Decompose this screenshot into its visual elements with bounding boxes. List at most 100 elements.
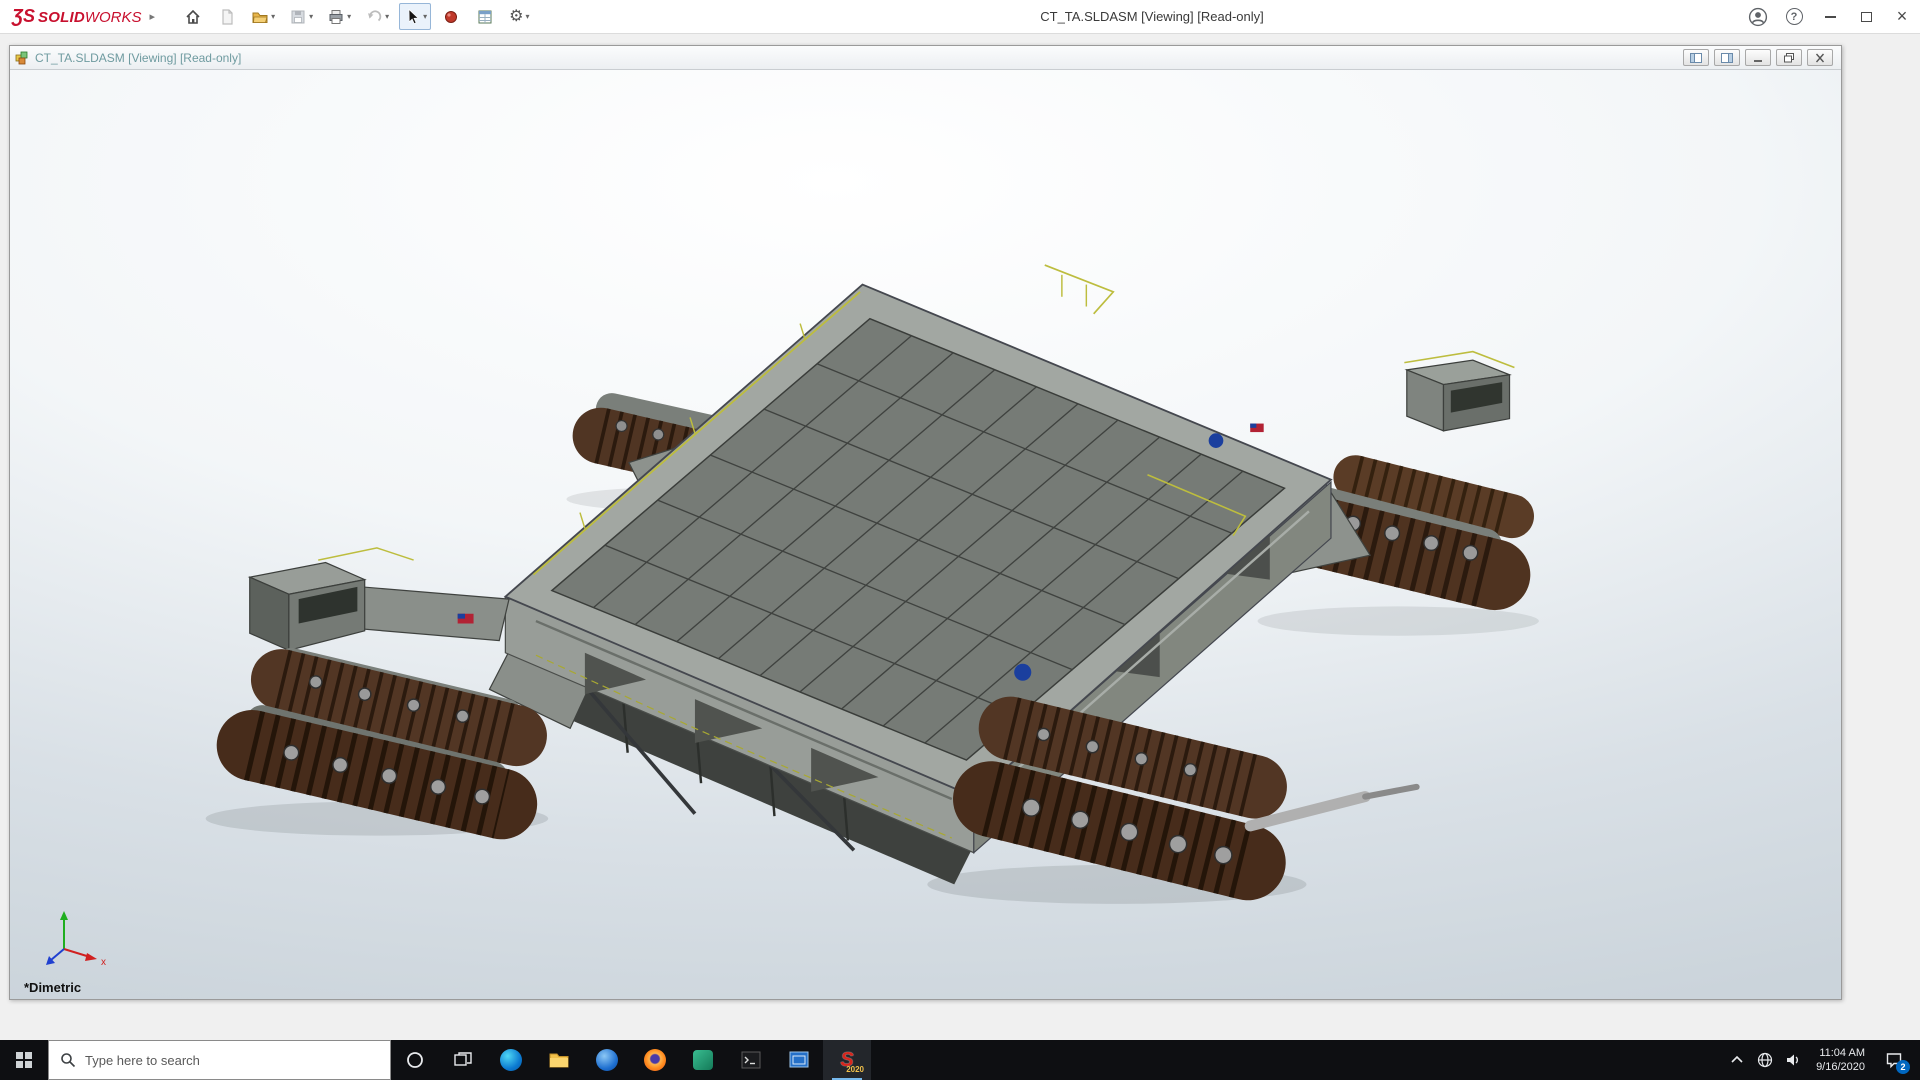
edge-icon xyxy=(500,1049,522,1071)
taskbar-app-firefox[interactable] xyxy=(631,1040,679,1080)
open-folder-icon xyxy=(251,8,269,26)
notification-count-badge: 2 xyxy=(1896,1060,1910,1074)
track-front-right xyxy=(991,714,1417,864)
window-controls: ? × xyxy=(1740,0,1920,33)
brand-solid-text: SOLID xyxy=(38,9,85,26)
document-title: CT_TA.SLDASM [Viewing] [Read-only] xyxy=(35,51,241,65)
close-button[interactable]: × xyxy=(1884,0,1920,33)
task-view-button[interactable] xyxy=(439,1040,487,1080)
doc-minimize-button[interactable] xyxy=(1745,49,1771,66)
undo-button: ▾ xyxy=(361,3,393,30)
brand-works-text: WORKS xyxy=(85,9,142,26)
home-button[interactable] xyxy=(179,3,207,30)
toolbar-expand-arrow[interactable]: ▸ xyxy=(150,10,156,23)
app-titlebar: ƷS SOLID WORKS ▸ ▾ ▾ ▾ ▾ ▾ xyxy=(0,0,1920,34)
restore-icon xyxy=(1783,53,1795,63)
chevron-down-icon[interactable]: ▾ xyxy=(347,13,351,21)
quick-access-toolbar: ▾ ▾ ▾ ▾ ▾ ⚙ ▾ xyxy=(179,3,533,30)
new-document-icon xyxy=(218,8,236,26)
print-button[interactable]: ▾ xyxy=(323,3,355,30)
cortana-icon xyxy=(406,1051,424,1069)
print-icon xyxy=(327,8,345,26)
close-icon: × xyxy=(1897,6,1908,27)
volume-button[interactable] xyxy=(1779,1040,1807,1080)
save-button: ▾ xyxy=(285,3,317,30)
search-placeholder: Type here to search xyxy=(85,1053,200,1068)
doc-close-button[interactable] xyxy=(1807,49,1833,66)
solidworks-logo[interactable]: ƷS SOLID WORKS xyxy=(0,6,148,27)
minimize-icon xyxy=(1752,53,1764,63)
taskbar-app-file-explorer[interactable] xyxy=(535,1040,583,1080)
record-macro-button[interactable] xyxy=(437,3,465,30)
taskbar-app-solidworks[interactable]: S 2020 xyxy=(823,1040,871,1080)
assembly-document-icon xyxy=(15,51,29,65)
start-button[interactable] xyxy=(0,1040,48,1080)
minimize-button[interactable] xyxy=(1812,0,1848,33)
clock-time: 11:04 AM xyxy=(1819,1046,1865,1060)
help-icon: ? xyxy=(1786,8,1803,25)
edrawings-icon xyxy=(693,1050,713,1070)
options-button[interactable]: ⚙ ▾ xyxy=(505,3,533,30)
taskbar-app-edrawings[interactable] xyxy=(679,1040,727,1080)
taskbar-app-edge[interactable] xyxy=(487,1040,535,1080)
gear-icon: ⚙ xyxy=(509,9,523,25)
split-pane-left-icon xyxy=(1690,53,1702,63)
terminal-icon xyxy=(741,1050,761,1070)
chevron-down-icon: ▾ xyxy=(385,13,389,21)
user-account-icon xyxy=(1748,7,1768,27)
search-input[interactable]: Type here to search xyxy=(48,1040,391,1080)
cortana-button[interactable] xyxy=(391,1040,439,1080)
network-button[interactable] xyxy=(1751,1040,1779,1080)
cab-right xyxy=(1404,352,1514,431)
solidworks-icon: S 2020 xyxy=(832,1046,862,1074)
minimize-icon xyxy=(1825,16,1836,18)
cab-left xyxy=(250,563,509,651)
chevron-down-icon[interactable]: ▾ xyxy=(525,13,529,21)
document-window: CT_TA.SLDASM [Viewing] [Read-only] xyxy=(9,45,1842,1000)
crawler-transporter-model xyxy=(10,70,1841,999)
chevron-down-icon[interactable]: ▾ xyxy=(423,13,427,21)
search-icon xyxy=(60,1052,76,1068)
graphics-viewport[interactable]: x *Dimetric xyxy=(10,70,1841,999)
taskbar-app-terminal[interactable] xyxy=(727,1040,775,1080)
ie-icon xyxy=(596,1049,618,1071)
file-explorer-icon xyxy=(548,1049,570,1071)
document-window-controls xyxy=(1683,49,1836,66)
view-orientation-label: *Dimetric xyxy=(24,980,81,995)
table-button[interactable] xyxy=(471,3,499,30)
dassault-mark-icon: ƷS xyxy=(12,6,35,27)
clock-date: 9/16/2020 xyxy=(1816,1060,1865,1074)
tray-expand-button[interactable] xyxy=(1723,1040,1751,1080)
document-titlebar[interactable]: CT_TA.SLDASM [Viewing] [Read-only] xyxy=(10,46,1841,70)
blue-window-app-icon xyxy=(788,1049,810,1071)
doc-restore-button[interactable] xyxy=(1776,49,1802,66)
select-tool-button[interactable]: ▾ xyxy=(399,3,431,30)
taskbar-app-window-blue[interactable] xyxy=(775,1040,823,1080)
help-button[interactable]: ? xyxy=(1776,0,1812,33)
taskbar-clock[interactable]: 11:04 AM 9/16/2020 xyxy=(1807,1046,1874,1074)
chevron-down-icon[interactable]: ▾ xyxy=(271,13,275,21)
speaker-icon xyxy=(1785,1052,1801,1068)
maximize-icon xyxy=(1861,12,1872,22)
home-icon xyxy=(184,8,202,26)
solidworks-year-badge: 2020 xyxy=(846,1065,864,1074)
track-front-left xyxy=(252,663,516,804)
windows-taskbar: Type here to search S 2020 11:04 AM xyxy=(0,1040,1920,1080)
action-center-button[interactable]: 2 xyxy=(1874,1040,1914,1080)
save-icon xyxy=(289,8,307,26)
open-button[interactable]: ▾ xyxy=(247,3,279,30)
triad-x-label: x xyxy=(101,957,106,968)
doc-pane-toggle-right-button[interactable] xyxy=(1714,49,1740,66)
network-globe-icon xyxy=(1757,1052,1773,1068)
spreadsheet-icon xyxy=(476,8,494,26)
login-button[interactable] xyxy=(1740,0,1776,33)
undo-icon xyxy=(365,8,383,26)
task-view-icon xyxy=(454,1051,472,1069)
app-window-title: CT_TA.SLDASM [Viewing] [Read-only] xyxy=(1040,9,1264,24)
new-document-button xyxy=(213,3,241,30)
maximize-button[interactable] xyxy=(1848,0,1884,33)
red-sphere-icon xyxy=(442,8,460,26)
doc-pane-toggle-left-button[interactable] xyxy=(1683,49,1709,66)
windows-logo-icon xyxy=(16,1052,32,1068)
taskbar-app-ie[interactable] xyxy=(583,1040,631,1080)
